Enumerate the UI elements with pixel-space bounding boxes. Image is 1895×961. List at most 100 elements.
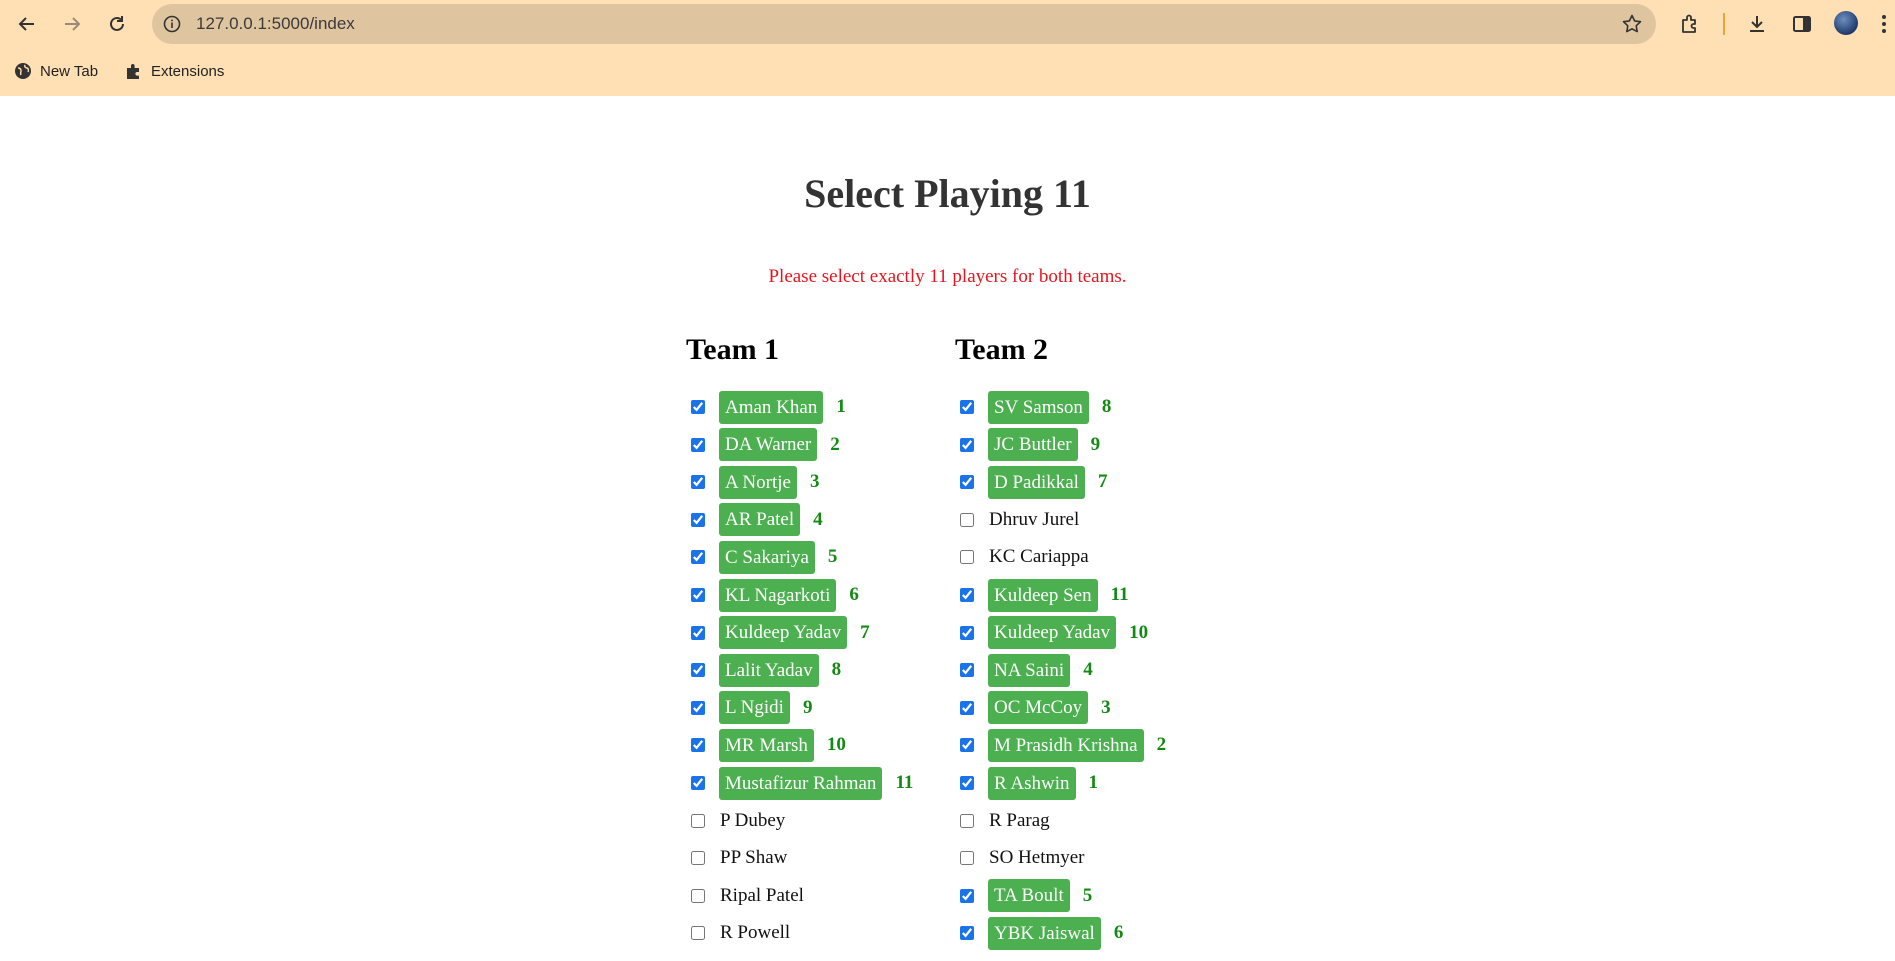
player-row[interactable]: Ripal Patel bbox=[686, 879, 805, 913]
player-checkbox[interactable] bbox=[691, 813, 705, 828]
site-info-icon[interactable] bbox=[162, 14, 182, 34]
bookmarks-bar: New Tab Extensions bbox=[0, 56, 1895, 86]
player-name: Kuldeep Yadav bbox=[719, 616, 848, 650]
toolbar-separator bbox=[1723, 13, 1725, 35]
player-row[interactable]: KC Cariappa bbox=[955, 540, 1090, 574]
player-name: DA Warner bbox=[719, 428, 818, 462]
batting-order-number: 10 bbox=[1129, 621, 1149, 643]
player-checkbox[interactable] bbox=[691, 625, 705, 640]
address-bar[interactable]: 127.0.0.1:5000/index bbox=[152, 4, 1656, 44]
player-row[interactable]: SV Samson 8 bbox=[955, 390, 1111, 424]
batting-order-number: 8 bbox=[1101, 396, 1112, 417]
player-row[interactable]: R Ashwin 1 bbox=[955, 766, 1098, 800]
player-checkbox[interactable] bbox=[691, 400, 705, 414]
player-row[interactable]: Kuldeep Yadav 10 bbox=[955, 616, 1148, 650]
player-checkbox[interactable] bbox=[960, 588, 974, 602]
player-name: Aman Khan bbox=[719, 390, 824, 424]
player-checkbox[interactable] bbox=[691, 512, 705, 527]
player-row[interactable]: SO Hetmyer bbox=[955, 841, 1086, 875]
player-row[interactable]: Lalit Yadav 8 bbox=[686, 653, 841, 687]
player-row[interactable]: Mustafizur Rahman 11 bbox=[686, 766, 913, 800]
player-name: D Padikkal bbox=[988, 465, 1085, 499]
player-checkbox[interactable] bbox=[691, 738, 705, 753]
player-row[interactable]: OC McCoy 3 bbox=[955, 691, 1111, 725]
player-name: Kuldeep Sen bbox=[988, 578, 1098, 612]
player-checkbox[interactable] bbox=[960, 400, 974, 414]
player-checkbox[interactable] bbox=[691, 437, 705, 452]
player-checkbox[interactable] bbox=[691, 888, 705, 903]
player-name: Mustafizur Rahman bbox=[719, 766, 883, 800]
player-row[interactable]: MR Marsh 10 bbox=[686, 728, 846, 762]
player-row[interactable]: M Prasidh Krishna 2 bbox=[955, 728, 1166, 762]
batting-order-number: 2 bbox=[1156, 734, 1167, 756]
player-row[interactable]: AR Patel 4 bbox=[686, 503, 823, 537]
reload-button[interactable] bbox=[103, 10, 131, 38]
browser-chrome: 127.0.0.1:5000/index New Tab Extensions bbox=[0, 0, 1895, 96]
player-row[interactable]: Aman Khan 1 bbox=[686, 390, 846, 424]
player-name: SV Samson bbox=[988, 390, 1089, 424]
player-checkbox[interactable] bbox=[960, 475, 974, 490]
bookmark-extensions[interactable]: Extensions bbox=[125, 60, 224, 82]
player-row[interactable]: R Parag bbox=[955, 804, 1051, 838]
player-row[interactable]: Kuldeep Sen 11 bbox=[955, 578, 1129, 612]
bookmark-new-tab[interactable]: New Tab bbox=[14, 60, 98, 82]
player-name: A Nortje bbox=[719, 465, 797, 499]
player-checkbox[interactable] bbox=[691, 776, 705, 790]
player-row[interactable]: Kuldeep Yadav 7 bbox=[686, 616, 870, 650]
player-checkbox[interactable] bbox=[691, 550, 705, 565]
player-checkbox[interactable] bbox=[960, 888, 974, 903]
player-checkbox[interactable] bbox=[691, 475, 705, 490]
player-row[interactable]: C Sakariya 5 bbox=[686, 540, 837, 574]
player-row[interactable]: D Padikkal 7 bbox=[955, 465, 1107, 499]
player-row[interactable]: KL Nagarkoti 6 bbox=[686, 578, 859, 612]
player-checkbox[interactable] bbox=[960, 776, 974, 790]
player-checkbox[interactable] bbox=[960, 700, 974, 715]
player-name: Kuldeep Yadav bbox=[988, 616, 1117, 650]
player-row[interactable]: L Ngidi 9 bbox=[686, 691, 812, 725]
forward-button[interactable] bbox=[58, 10, 86, 38]
player-checkbox[interactable] bbox=[691, 588, 705, 602]
player-checkbox[interactable] bbox=[960, 550, 974, 565]
player-checkbox[interactable] bbox=[960, 926, 974, 941]
player-checkbox[interactable] bbox=[691, 851, 705, 866]
player-name: Lalit Yadav bbox=[719, 653, 819, 687]
player-row[interactable]: PP Shaw bbox=[686, 841, 788, 875]
player-name: R Parag bbox=[989, 809, 1050, 831]
bookmark-star-icon[interactable] bbox=[1620, 12, 1644, 36]
profile-avatar[interactable] bbox=[1834, 11, 1858, 35]
more-menu-icon[interactable] bbox=[1880, 12, 1888, 36]
puzzle-icon bbox=[127, 64, 139, 79]
player-name: YBK Jaiswal bbox=[988, 916, 1101, 950]
download-icon[interactable] bbox=[1745, 12, 1769, 36]
player-row[interactable]: NA Saini 4 bbox=[955, 653, 1093, 687]
player-checkbox[interactable] bbox=[691, 926, 705, 941]
batting-order-number: 6 bbox=[1113, 922, 1124, 944]
player-checkbox[interactable] bbox=[960, 625, 974, 640]
player-row[interactable]: TA Boult 5 bbox=[955, 879, 1092, 913]
side-panel-icon[interactable] bbox=[1790, 12, 1814, 36]
player-row[interactable]: R Powell bbox=[686, 916, 791, 950]
batting-order-number: 9 bbox=[802, 696, 813, 718]
extensions-icon[interactable] bbox=[1678, 12, 1702, 36]
player-row[interactable]: JC Buttler 9 bbox=[955, 428, 1100, 462]
player-checkbox[interactable] bbox=[960, 813, 974, 828]
player-checkbox[interactable] bbox=[960, 663, 974, 678]
player-checkbox[interactable] bbox=[960, 738, 974, 753]
batting-order-number: 11 bbox=[1110, 584, 1129, 605]
player-checkbox[interactable] bbox=[960, 437, 974, 452]
player-row[interactable]: A Nortje 3 bbox=[686, 465, 819, 499]
player-checkbox[interactable] bbox=[691, 663, 705, 678]
player-row[interactable]: Dhruv Jurel bbox=[955, 503, 1080, 537]
batting-order-number: 1 bbox=[1088, 772, 1099, 793]
player-row[interactable]: P Dubey bbox=[686, 804, 786, 838]
player-row[interactable]: DA Warner 2 bbox=[686, 428, 840, 462]
back-button[interactable] bbox=[13, 10, 41, 38]
batting-order-number: 9 bbox=[1090, 433, 1101, 455]
player-row[interactable]: YBK Jaiswal 6 bbox=[955, 916, 1123, 950]
player-checkbox[interactable] bbox=[960, 851, 974, 866]
player-checkbox[interactable] bbox=[691, 700, 705, 715]
batting-order-number: 7 bbox=[1097, 471, 1108, 493]
url-text[interactable]: 127.0.0.1:5000/index bbox=[196, 14, 355, 34]
player-checkbox[interactable] bbox=[960, 512, 974, 527]
batting-order-number: 4 bbox=[813, 508, 823, 530]
